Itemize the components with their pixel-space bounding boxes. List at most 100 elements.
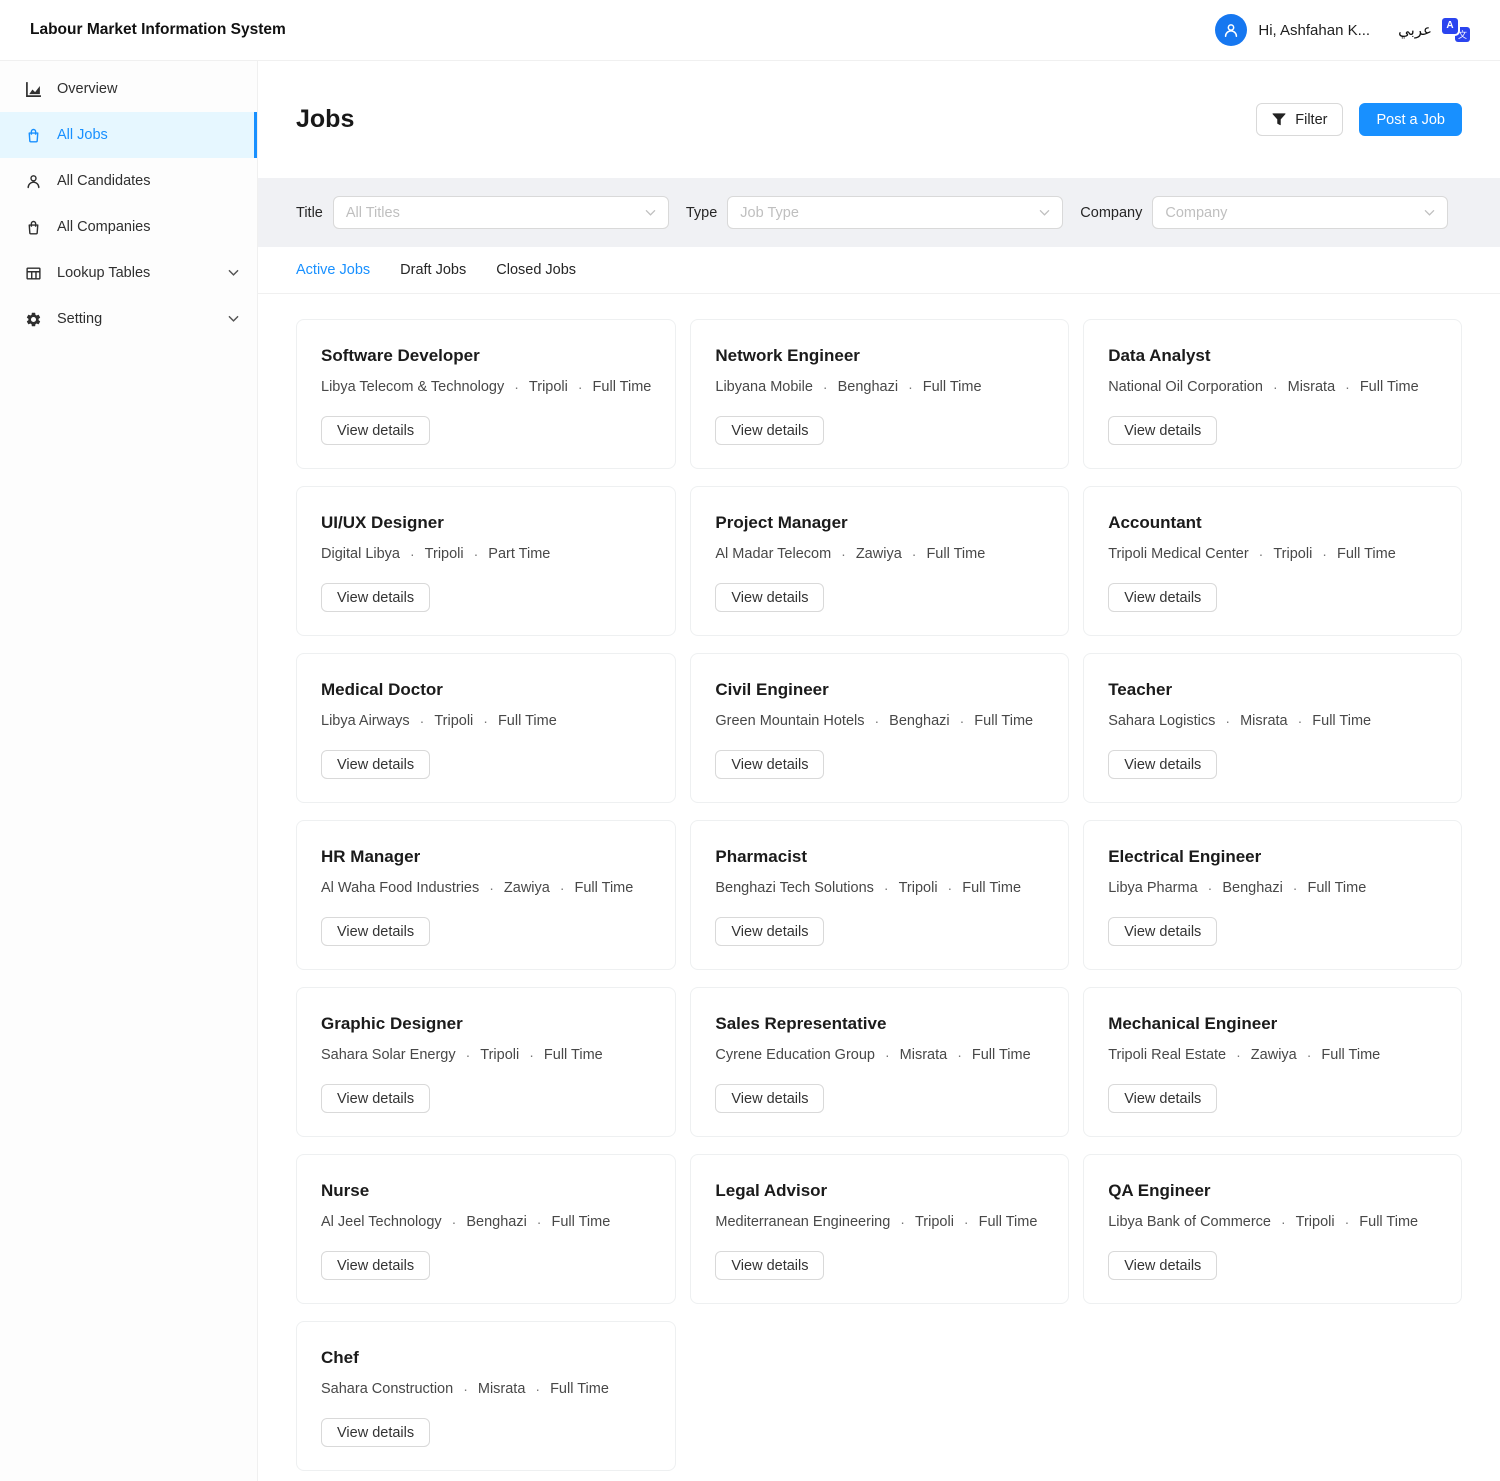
job-card: Project Manager Al Madar Telecom · Zawiy… bbox=[690, 486, 1069, 636]
dot-separator: · bbox=[483, 713, 488, 729]
view-details-button[interactable]: View details bbox=[715, 750, 824, 779]
job-meta: Libya Airways · Tripoli · Full Time bbox=[321, 713, 651, 729]
dot-separator: · bbox=[900, 1214, 905, 1230]
tab-active-jobs[interactable]: Active Jobs bbox=[296, 260, 370, 280]
title-filter-select[interactable]: All Titles bbox=[333, 196, 669, 229]
job-meta: Libya Telecom & Technology · Tripoli · F… bbox=[321, 379, 651, 395]
job-meta: Digital Libya · Tripoli · Part Time bbox=[321, 546, 651, 562]
view-details-button[interactable]: View details bbox=[715, 583, 824, 612]
view-details-button[interactable]: View details bbox=[715, 416, 824, 445]
job-card: Network Engineer Libyana Mobile · Bengha… bbox=[690, 319, 1069, 469]
area-chart-icon bbox=[25, 81, 42, 98]
page-actions: Filter Post a Job bbox=[1256, 103, 1462, 136]
job-title: QA Engineer bbox=[1108, 1181, 1437, 1201]
dot-separator: · bbox=[1273, 379, 1278, 395]
dot-separator: · bbox=[1281, 1214, 1286, 1230]
job-type: Full Time bbox=[1337, 546, 1396, 562]
view-details-button[interactable]: View details bbox=[321, 750, 430, 779]
view-details-button[interactable]: View details bbox=[1108, 583, 1217, 612]
job-card: HR Manager Al Waha Food Industries · Zaw… bbox=[296, 820, 676, 970]
sidebar-item-lookup-tables[interactable]: Lookup Tables bbox=[0, 250, 257, 296]
job-title: Software Developer bbox=[321, 346, 651, 366]
tab-draft-jobs[interactable]: Draft Jobs bbox=[400, 260, 466, 280]
job-title: Project Manager bbox=[715, 513, 1044, 533]
view-details-button[interactable]: View details bbox=[321, 917, 430, 946]
filter-button[interactable]: Filter bbox=[1256, 103, 1343, 136]
job-type: Full Time bbox=[1312, 713, 1371, 729]
view-details-button[interactable]: View details bbox=[715, 1251, 824, 1280]
sidebar: Overview All Jobs All Candidates bbox=[0, 61, 258, 1481]
sidebar-item-all-candidates[interactable]: All Candidates bbox=[0, 158, 257, 204]
job-card: QA Engineer Libya Bank of Commerce · Tri… bbox=[1083, 1154, 1462, 1304]
dot-separator: · bbox=[874, 713, 879, 729]
job-company: Digital Libya bbox=[321, 546, 400, 562]
user-icon bbox=[1221, 20, 1241, 40]
job-type: Full Time bbox=[551, 1214, 610, 1230]
company-filter-select[interactable]: Company bbox=[1152, 196, 1448, 229]
type-filter-placeholder: Job Type bbox=[740, 205, 799, 221]
sidebar-item-overview[interactable]: Overview bbox=[0, 66, 257, 112]
view-details-button[interactable]: View details bbox=[321, 583, 430, 612]
table-icon bbox=[25, 265, 42, 282]
type-filter-select[interactable]: Job Type bbox=[727, 196, 1063, 229]
view-details-button[interactable]: View details bbox=[715, 1084, 824, 1113]
job-type: Full Time bbox=[575, 880, 634, 896]
job-meta: Libyana Mobile · Benghazi · Full Time bbox=[715, 379, 1044, 395]
translate-icon[interactable]: A 文 bbox=[1442, 17, 1470, 44]
job-city: Benghazi bbox=[889, 713, 949, 729]
dot-separator: · bbox=[410, 546, 415, 562]
view-details-button[interactable]: View details bbox=[1108, 1084, 1217, 1113]
job-type: Full Time bbox=[544, 1047, 603, 1063]
view-details-button[interactable]: View details bbox=[321, 1084, 430, 1113]
job-card: Electrical Engineer Libya Pharma · Bengh… bbox=[1083, 820, 1462, 970]
dot-separator: · bbox=[823, 379, 828, 395]
job-title: Electrical Engineer bbox=[1108, 847, 1437, 867]
dot-separator: · bbox=[841, 546, 846, 562]
job-company: Al Waha Food Industries bbox=[321, 880, 479, 896]
job-title: Graphic Designer bbox=[321, 1014, 651, 1034]
view-details-button[interactable]: View details bbox=[1108, 416, 1217, 445]
dot-separator: · bbox=[948, 880, 953, 896]
job-company: Libya Bank of Commerce bbox=[1108, 1214, 1271, 1230]
app-title: Labour Market Information System bbox=[30, 21, 286, 39]
user-avatar[interactable] bbox=[1215, 14, 1247, 46]
job-city: Tripoli bbox=[425, 546, 464, 562]
job-type: Full Time bbox=[979, 1214, 1038, 1230]
view-details-button[interactable]: View details bbox=[715, 917, 824, 946]
job-card: Data Analyst National Oil Corporation · … bbox=[1083, 319, 1462, 469]
title-filter-label: Title bbox=[296, 205, 323, 221]
sidebar-item-setting[interactable]: Setting bbox=[0, 296, 257, 342]
job-city: Tripoli bbox=[1273, 546, 1312, 562]
dot-separator: · bbox=[964, 1214, 969, 1230]
tab-closed-jobs[interactable]: Closed Jobs bbox=[496, 260, 576, 280]
user-greeting[interactable]: Hi, Ashfahan K... bbox=[1258, 22, 1370, 39]
language-label[interactable]: عربي bbox=[1398, 21, 1432, 39]
sidebar-item-all-companies[interactable]: All Companies bbox=[0, 204, 257, 250]
dot-separator: · bbox=[960, 713, 965, 729]
dot-separator: · bbox=[420, 713, 425, 729]
main-content: Jobs Filter Post a Job Title All Titles bbox=[258, 61, 1500, 1481]
dot-separator: · bbox=[1208, 880, 1213, 896]
company-filter-group: Company Company bbox=[1080, 196, 1448, 229]
sidebar-item-label: Lookup Tables bbox=[57, 265, 150, 281]
view-details-button[interactable]: View details bbox=[1108, 750, 1217, 779]
view-details-button[interactable]: View details bbox=[321, 416, 430, 445]
dot-separator: · bbox=[463, 1381, 468, 1397]
view-details-button[interactable]: View details bbox=[1108, 1251, 1217, 1280]
job-city: Zawiya bbox=[1251, 1047, 1297, 1063]
view-details-button[interactable]: View details bbox=[321, 1418, 430, 1447]
sidebar-item-all-jobs[interactable]: All Jobs bbox=[0, 112, 257, 158]
job-title: Sales Representative bbox=[715, 1014, 1044, 1034]
job-meta: Al Jeel Technology · Benghazi · Full Tim… bbox=[321, 1214, 651, 1230]
translate-latin-glyph: A bbox=[1442, 18, 1458, 34]
view-details-button[interactable]: View details bbox=[1108, 917, 1217, 946]
gear-icon bbox=[25, 311, 42, 328]
job-type: Full Time bbox=[974, 713, 1033, 729]
sidebar-item-label: All Companies bbox=[57, 219, 151, 235]
job-meta: National Oil Corporation · Misrata · Ful… bbox=[1108, 379, 1437, 395]
job-city: Tripoli bbox=[434, 713, 473, 729]
post-a-job-button[interactable]: Post a Job bbox=[1359, 103, 1462, 136]
job-meta: Sahara Logistics · Misrata · Full Time bbox=[1108, 713, 1437, 729]
view-details-button[interactable]: View details bbox=[321, 1251, 430, 1280]
sidebar-item-label: All Candidates bbox=[57, 173, 151, 189]
